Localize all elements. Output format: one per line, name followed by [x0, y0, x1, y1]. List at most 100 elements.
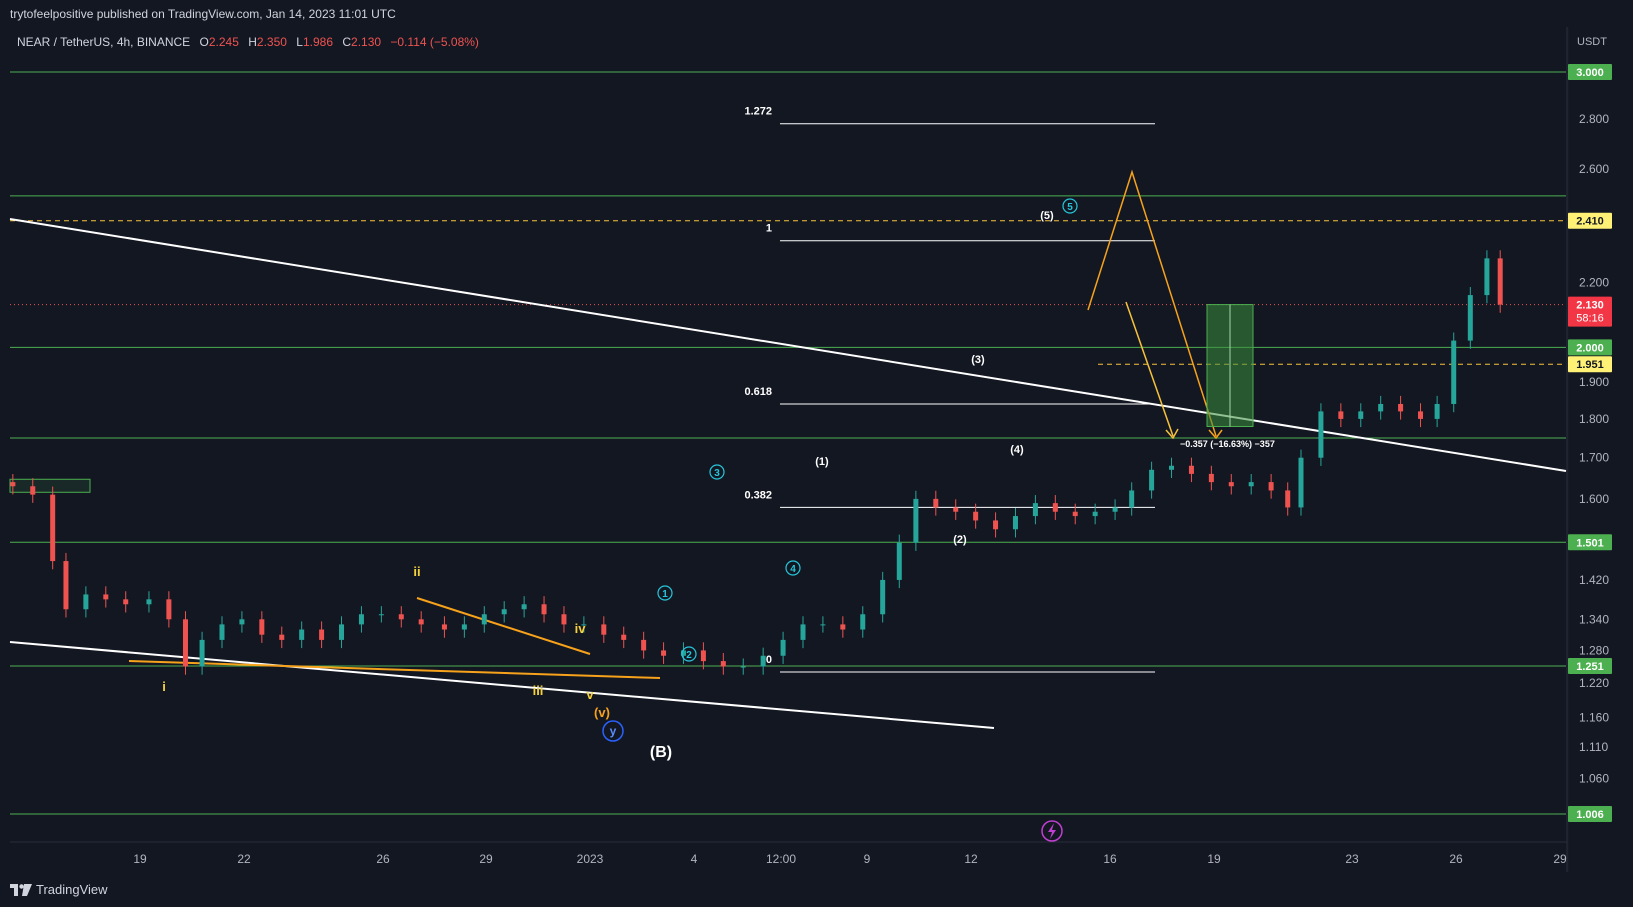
candle-body — [1169, 465, 1175, 470]
candle-body — [279, 634, 285, 640]
high-value: 2.350 — [257, 35, 287, 49]
wave-label-5: (5) — [1040, 210, 1054, 222]
high-label: H — [248, 35, 257, 49]
candle-body — [182, 619, 188, 667]
candle-body — [1418, 411, 1424, 419]
wave-label-iv: iv — [575, 621, 587, 636]
candle-body — [561, 614, 567, 625]
wave-label-y: y — [610, 724, 617, 738]
low-value: 1.986 — [303, 35, 333, 49]
candle-body — [146, 599, 152, 605]
level-badge-0: 3.000 — [1576, 67, 1604, 79]
wave-number-3: 3 — [714, 468, 720, 479]
time-tick-5: 4 — [691, 852, 698, 866]
time-tick-0: 19 — [133, 852, 147, 866]
level-badge-6: 1.006 — [1576, 809, 1604, 821]
candle-body — [780, 639, 786, 656]
candle-body — [1208, 473, 1214, 483]
price-tick-1: 2.600 — [1579, 162, 1609, 176]
wave-number-5: 5 — [1067, 202, 1073, 213]
candle-body — [1052, 503, 1058, 512]
price-tick-7: 1.420 — [1579, 573, 1609, 587]
candle-body — [1112, 507, 1118, 512]
chart-pane[interactable] — [10, 27, 1567, 872]
candle-body — [601, 624, 607, 635]
candle-body — [461, 624, 467, 630]
wave-label-i: i — [162, 679, 166, 694]
price-chart[interactable]: USDT NEAR / TetherUS, 4h, BINANCE O2.245… — [0, 0, 1633, 907]
fib-label-0: 1.272 — [744, 106, 772, 118]
candle-body — [700, 650, 706, 662]
candle-body — [1434, 403, 1440, 419]
candle-body — [441, 624, 447, 630]
symbol-name: NEAR / TetherUS, 4h, BINANCE — [17, 35, 190, 49]
candle-body — [239, 619, 245, 625]
change-value: −0.114 (−5.08%) — [390, 35, 479, 49]
wave-label-4: (4) — [1010, 444, 1024, 456]
candle-body — [398, 614, 404, 620]
price-tick-6: 1.600 — [1579, 492, 1609, 506]
wave-label-paren-v: (v) — [594, 705, 610, 720]
price-tick-4: 1.800 — [1579, 412, 1609, 426]
price-tick-9: 1.280 — [1579, 643, 1609, 657]
wave-number-1: 1 — [662, 589, 668, 600]
price-axis-unit: USDT — [1577, 36, 1607, 48]
tradingview-logo[interactable]: TradingView — [10, 882, 108, 897]
fib-label-4: 0 — [766, 654, 772, 666]
close-label: C — [342, 35, 351, 49]
wave-label-2: (2) — [953, 534, 967, 546]
candle-body — [1012, 516, 1018, 530]
price-tick-0: 2.800 — [1579, 112, 1609, 126]
time-tick-10: 19 — [1207, 852, 1221, 866]
candle-body — [1228, 482, 1234, 487]
wave-label-3: (3) — [971, 354, 985, 366]
time-tick-7: 9 — [864, 852, 871, 866]
candle-body — [1318, 411, 1324, 458]
fib-label-3: 0.382 — [744, 489, 772, 501]
wave-label-iii: iii — [533, 683, 544, 698]
candle-body — [259, 619, 265, 635]
price-tick-12: 1.110 — [1579, 740, 1608, 754]
candle-body — [993, 520, 999, 530]
candle-body — [641, 639, 647, 651]
price-tick-2: 2.200 — [1579, 276, 1609, 290]
candle-body — [621, 634, 627, 640]
range-box — [9, 478, 91, 493]
candle-body — [1451, 340, 1457, 404]
candle-body — [299, 629, 305, 640]
candle-body — [1467, 295, 1473, 341]
candle-body — [1358, 411, 1364, 419]
price-tick-5: 1.700 — [1579, 451, 1609, 465]
wave-label-1: (1) — [815, 456, 829, 468]
candle-body — [1298, 457, 1304, 508]
candle-body — [1149, 469, 1155, 491]
candle-body — [880, 579, 886, 615]
symbol-bar: NEAR / TetherUS, 4h, BINANCE O2.245 H2.3… — [17, 35, 479, 49]
candle-body — [1032, 503, 1038, 517]
candle-body — [1188, 465, 1194, 474]
candle-body — [521, 604, 527, 610]
candle-body — [800, 624, 806, 640]
candle-body — [1338, 411, 1344, 419]
wave-number-4: 4 — [790, 564, 796, 575]
open-label: O — [200, 35, 209, 49]
candle-body — [740, 666, 746, 668]
time-tick-12: 26 — [1449, 852, 1463, 866]
candle-body — [103, 594, 109, 600]
candle-body — [1484, 258, 1490, 296]
candle-body — [541, 604, 547, 615]
candle-body — [1092, 511, 1098, 517]
candle-body — [953, 507, 959, 512]
candle-body — [219, 624, 225, 640]
candle-body — [661, 650, 667, 656]
candle-body — [860, 614, 866, 630]
wave-label-B: (B) — [650, 744, 672, 761]
candle-body — [1268, 482, 1274, 491]
candle-body — [418, 619, 424, 625]
time-tick-2: 26 — [376, 852, 390, 866]
candle-body — [319, 629, 325, 640]
candle-body — [1072, 511, 1078, 517]
candle-body — [10, 482, 16, 487]
level-badge-5: 1.251 — [1576, 661, 1604, 673]
candle-body — [378, 614, 384, 616]
